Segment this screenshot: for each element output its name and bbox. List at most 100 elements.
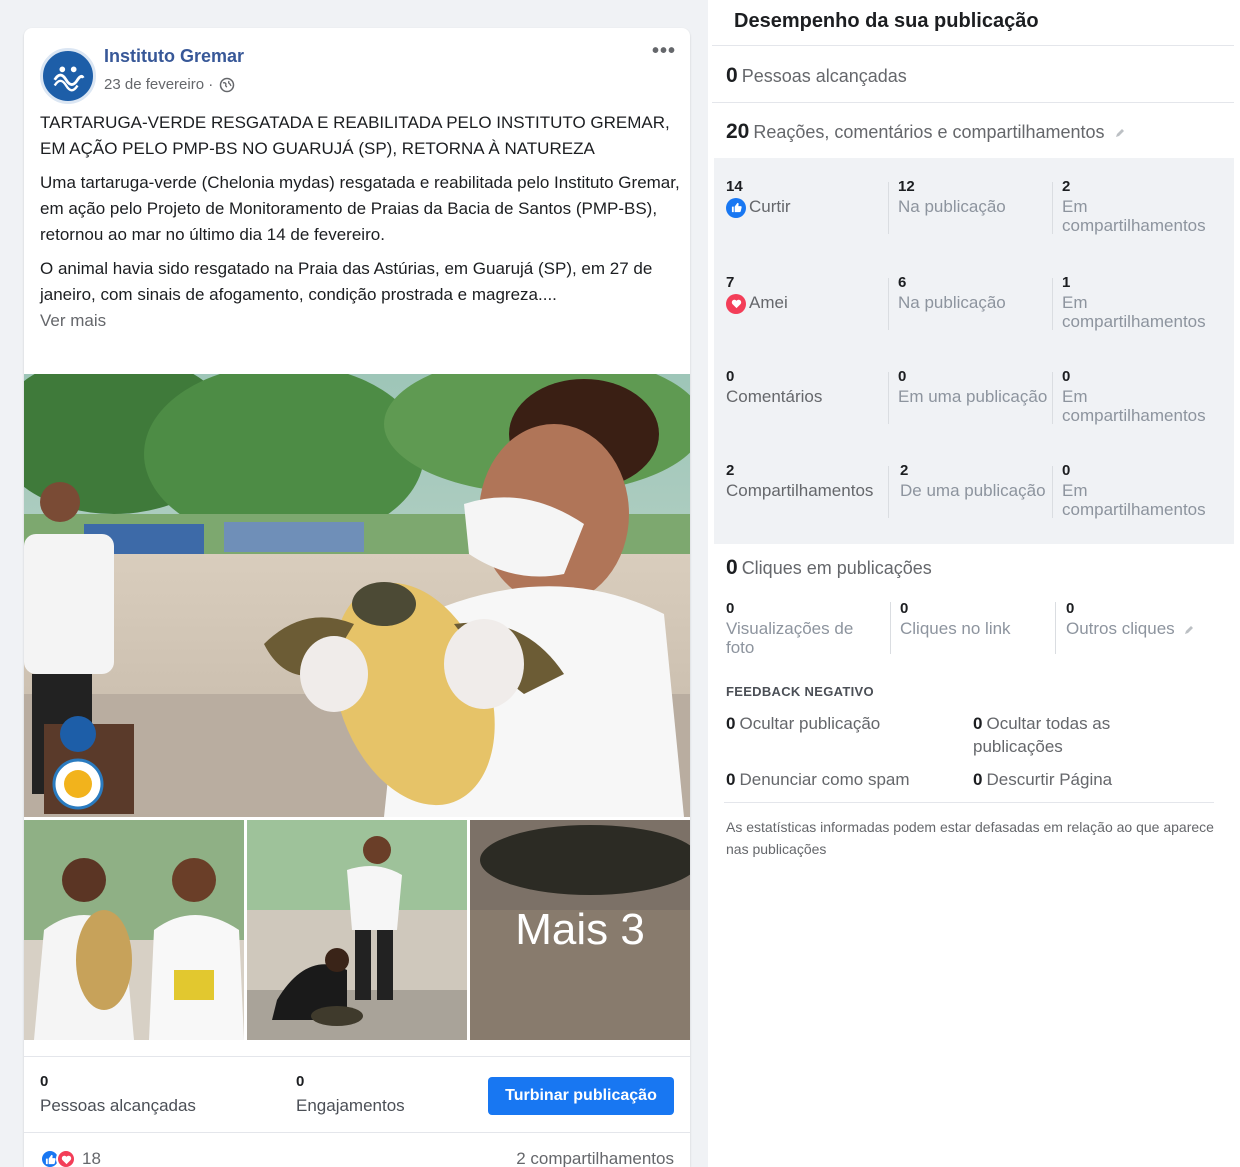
photo-thumbnail[interactable] [247, 820, 467, 1040]
reactions-summary[interactable]: 18 [40, 1149, 101, 1167]
info-icon[interactable] [1114, 127, 1126, 139]
page-name-link[interactable]: Instituto Gremar [104, 46, 244, 67]
shares-row: 2 Compartilhamentos 2 De uma publicação … [714, 442, 1234, 536]
divider [1052, 466, 1053, 518]
info-icon[interactable] [1183, 624, 1195, 636]
reached-summary: 0 Pessoas alcançadas [726, 64, 907, 88]
link-clicks-label: Cliques no link [900, 619, 1011, 638]
shares-from-post: 2 De uma publicação [900, 462, 1048, 500]
loves-on-shares-label: Em compartilhamentos [1062, 293, 1206, 331]
unlike-page-value: 0 [973, 770, 983, 789]
loves-on-post-label: Na publicação [898, 293, 1006, 312]
loves-row: 7 Amei 6 Na publicação 1 Em compartilham… [714, 254, 1234, 348]
comments-on-shares-value: 0 [1062, 368, 1071, 385]
loves-on-shares-value: 1 [1062, 274, 1071, 291]
divider [712, 45, 1234, 46]
other-clicks-label: Outros cliques [1066, 619, 1195, 638]
post-body: TARTARUGA-VERDE RESGATADA E REABILITADA … [40, 110, 680, 334]
likes-on-post: 12 Na publicação [898, 178, 1006, 216]
reactions-breakdown: 14 Curtir 12 Na publicação 2 Em comparti… [714, 158, 1234, 544]
divider [1052, 278, 1053, 330]
photo-thumbnail[interactable] [24, 820, 244, 1040]
reached-value: 0 [40, 1073, 49, 1090]
post-card: Instituto Gremar 23 de fevereiro · ••• T… [24, 28, 690, 1167]
divider [1052, 182, 1053, 234]
reached-label: Pessoas alcançadas [741, 66, 907, 86]
shares-on-shares-label: Em compartilhamentos [1062, 481, 1206, 519]
post-stats-bar: 0 Pessoas alcançadas 0 Engajamentos Turb… [24, 1056, 690, 1132]
comments-total-value: 0 [726, 368, 735, 385]
post-clicks-label: Cliques em publicações [741, 558, 932, 578]
shares-on-shares-value: 0 [1062, 462, 1071, 479]
love-icon [726, 293, 746, 314]
post-clicks-summary: 0 Cliques em publicações [726, 556, 932, 580]
globe-icon [219, 77, 235, 92]
see-more-link[interactable]: Ver mais [40, 311, 106, 330]
hide-all-posts-value: 0 [973, 714, 983, 733]
shares-count-link[interactable]: 2 compartilhamentos [516, 1149, 674, 1167]
insights-disclaimer: As estatísticas informadas podem estar d… [726, 819, 1214, 857]
hide-post-label: Ocultar publicação [739, 714, 881, 733]
post-date[interactable]: 23 de fevereiro · [104, 76, 235, 93]
more-photos-label: Mais 3 [470, 820, 690, 1040]
comments-total-label: Comentários [726, 387, 823, 406]
post-clicks-value: 0 [726, 556, 738, 579]
comments-on-shares: 0 Em compartilhamentos [1062, 368, 1230, 425]
love-reaction-icon [56, 1149, 76, 1167]
divider [888, 278, 889, 330]
likes-total-label: Curtir [726, 197, 791, 218]
comments-on-post-value: 0 [898, 368, 907, 385]
reactions-count: 18 [82, 1149, 101, 1167]
interactions-summary: 20 Reações, comentários e compartilhament… [726, 120, 1126, 144]
loves-on-post: 6 Na publicação [898, 274, 1006, 312]
likes-row: 14 Curtir 12 Na publicação 2 Em comparti… [714, 158, 1234, 252]
photo-views-label: Visualizações de foto [726, 619, 854, 657]
page-avatar[interactable] [40, 48, 96, 104]
loves-total-value: 7 [726, 274, 735, 291]
post-paragraph-text: O animal havia sido resgatado na Praia d… [40, 259, 653, 304]
comments-on-post: 0 Em uma publicação [898, 368, 1048, 406]
divider [1052, 372, 1053, 424]
shares-total: 2 Compartilhamentos [726, 462, 873, 500]
link-clicks-value: 0 [900, 600, 909, 617]
link-clicks-stat: 0 Cliques no link [900, 600, 1011, 638]
negative-feedback-title: FEEDBACK NEGATIVO [726, 684, 874, 699]
likes-total-value: 14 [726, 178, 743, 195]
more-photos-thumbnail[interactable]: Mais 3 [470, 820, 690, 1040]
loves-total-label: Amei [726, 293, 788, 314]
post-title: TARTARUGA-VERDE RESGATADA E REABILITADA … [40, 113, 670, 158]
insights-title: Desempenho da sua publicação [734, 10, 1039, 32]
divider [888, 466, 889, 518]
shares-on-shares: 0 Em compartilhamentos [1062, 462, 1230, 519]
engagement-stat: 0 Engajamentos [296, 1073, 405, 1116]
more-options-icon[interactable]: ••• [652, 40, 676, 63]
interactions-value: 20 [726, 120, 750, 143]
likes-on-shares: 2 Em compartilhamentos [1062, 178, 1230, 235]
likes-label-text: Curtir [749, 197, 791, 216]
post-date-text: 23 de fevereiro · [104, 76, 214, 93]
hide-post-value: 0 [726, 714, 736, 733]
reached-value: 0 [726, 64, 738, 87]
engagement-label: Engajamentos [296, 1096, 405, 1115]
insights-panel: Desempenho da sua publicação 0 Pessoas al… [712, 0, 1240, 1167]
hide-post-stat: 0 Ocultar publicação [726, 712, 956, 735]
shares-from-post-label: De uma publicação [900, 481, 1046, 500]
likes-on-post-value: 12 [898, 178, 915, 195]
post-paragraph: O animal havia sido resgatado na Praia d… [40, 256, 680, 334]
loves-on-shares: 1 Em compartilhamentos [1062, 274, 1230, 331]
like-icon [726, 197, 746, 218]
divider [712, 102, 1234, 103]
reached-stat: 0 Pessoas alcançadas [40, 1073, 196, 1116]
photo-grid: Mais 3 [24, 820, 690, 1040]
beach-release-photo [247, 820, 467, 1040]
likes-on-post-label: Na publicação [898, 197, 1006, 216]
divider [890, 602, 891, 654]
shares-from-post-value: 2 [900, 462, 909, 479]
divider [888, 372, 889, 424]
main-photo[interactable] [24, 374, 690, 817]
interactions-label: Reações, comentários e compartilhamentos [753, 122, 1105, 142]
divider [724, 802, 1214, 803]
report-spam-value: 0 [726, 770, 736, 789]
boost-post-button[interactable]: Turbinar publicação [488, 1077, 674, 1115]
loves-label-text: Amei [749, 293, 788, 312]
